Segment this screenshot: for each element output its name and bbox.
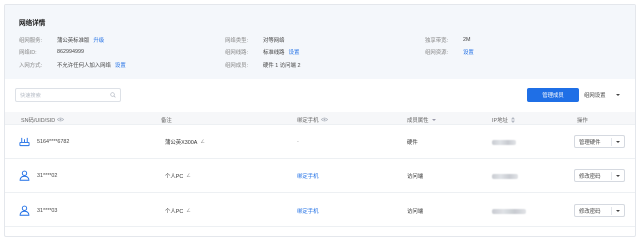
network-settings-label: 组网设置 bbox=[584, 93, 606, 99]
panel-title: 网络详情 bbox=[19, 20, 46, 27]
bind-phone-link[interactable]: 绑定手机 bbox=[297, 206, 319, 216]
members-field: 组网成员: 硬件 1 访问端 2 bbox=[225, 61, 300, 69]
network-type-value: 对等网络 bbox=[263, 38, 285, 44]
column-sn: SN码/UID/SID bbox=[21, 116, 65, 124]
ip-address bbox=[492, 171, 518, 181]
member-note[interactable]: 蒲公英X300A ∠ bbox=[165, 137, 205, 147]
chevron-down-icon[interactable] bbox=[616, 141, 620, 143]
service-label: 组网服务: bbox=[19, 38, 43, 44]
network-type-label: 网络类型: bbox=[225, 38, 249, 44]
network-id-field: 网络ID: 862994999 bbox=[19, 48, 84, 56]
search-icon[interactable] bbox=[110, 92, 116, 98]
member-attr: 访问端 bbox=[407, 209, 424, 215]
divider bbox=[611, 138, 612, 146]
line-label: 组网线路: bbox=[225, 50, 249, 56]
ip-address bbox=[492, 137, 516, 147]
chevron-down-icon[interactable] bbox=[616, 210, 620, 212]
line-settings-link[interactable]: 设置 bbox=[289, 48, 300, 56]
change-password-label: 修改密码 bbox=[579, 173, 601, 180]
manage-hardware-button[interactable]: 管理硬件 bbox=[574, 135, 625, 148]
edit-icon[interactable]: ∠ bbox=[186, 173, 190, 179]
join-method-label: 入网方式: bbox=[19, 63, 43, 69]
edit-icon[interactable]: ∠ bbox=[200, 139, 204, 145]
members-value: 硬件 1 访问端 2 bbox=[263, 63, 301, 69]
join-method-settings-link[interactable]: 设置 bbox=[115, 61, 126, 69]
column-note-label: 备注 bbox=[161, 117, 172, 124]
bandwidth-label: 独享带宽: bbox=[425, 38, 449, 44]
resources-label: 组网资源: bbox=[425, 50, 449, 56]
member-note-text: 个人PC bbox=[165, 209, 184, 215]
member-note[interactable]: 个人PC ∠ bbox=[165, 171, 191, 181]
ip-address bbox=[492, 206, 526, 216]
members-label: 组网成员: bbox=[225, 63, 249, 69]
member-note-text: 蒲公英X300A bbox=[165, 140, 198, 146]
ip-address-redacted bbox=[492, 208, 526, 214]
column-ip[interactable]: IP地址 bbox=[492, 116, 515, 124]
edit-icon[interactable]: ∠ bbox=[186, 208, 190, 214]
manage-members-button[interactable]: 管理成员 bbox=[527, 88, 579, 102]
member-id: 31****02 bbox=[37, 173, 58, 179]
manage-hardware-label: 管理硬件 bbox=[579, 139, 601, 146]
ip-address-redacted bbox=[492, 173, 518, 179]
service-value: 蒲公英标准版 bbox=[57, 38, 90, 44]
eye-icon[interactable] bbox=[320, 117, 328, 122]
table-row: 5164****6782 蒲公英X300A ∠ - 硬件 管理硬件 bbox=[5, 125, 635, 159]
table-row: 31****03 个人PC ∠ 绑定手机 访问端 修改密码 bbox=[5, 193, 635, 227]
bandwidth-field: 独享带宽: 2M bbox=[425, 36, 471, 44]
member-attr: 访问端 bbox=[407, 174, 424, 180]
member-id: 5164****6782 bbox=[37, 139, 70, 145]
chevron-down-icon[interactable] bbox=[616, 175, 620, 177]
network-id-value: 862994999 bbox=[57, 49, 84, 55]
router-icon bbox=[19, 137, 30, 147]
column-sn-label: SN码/UID/SID bbox=[21, 117, 56, 124]
network-id-label: 网络ID: bbox=[19, 50, 37, 56]
column-attr-label: 成员属性 bbox=[407, 117, 429, 124]
join-method-field: 入网方式: 不允许任何人加入网络 设置 bbox=[19, 61, 126, 69]
column-actions-label: 操作 bbox=[577, 117, 588, 124]
column-attr[interactable]: 成员属性 bbox=[407, 116, 436, 124]
column-phone-label: 绑定手机 bbox=[297, 117, 319, 124]
bind-phone-link[interactable]: 绑定手机 bbox=[297, 171, 319, 181]
join-method-value: 不允许任何人加入网络 bbox=[57, 63, 111, 69]
change-password-button[interactable]: 修改密码 bbox=[574, 169, 625, 182]
change-password-button[interactable]: 修改密码 bbox=[574, 204, 625, 217]
bound-phone: - bbox=[297, 139, 299, 145]
change-password-label: 修改密码 bbox=[579, 208, 601, 215]
column-ip-label: IP地址 bbox=[492, 117, 508, 124]
line-value: 标准线路 bbox=[263, 50, 285, 56]
members-toolbar: 管理成员 组网设置 bbox=[5, 85, 635, 107]
column-phone: 绑定手机 bbox=[297, 116, 328, 124]
ip-address-redacted bbox=[492, 139, 516, 145]
search-box[interactable] bbox=[15, 88, 121, 102]
resources-settings-link[interactable]: 设置 bbox=[463, 48, 474, 56]
eye-icon[interactable] bbox=[57, 117, 65, 122]
user-icon bbox=[19, 205, 30, 216]
search-input[interactable] bbox=[20, 91, 106, 100]
column-actions: 操作 bbox=[577, 116, 588, 124]
network-details-window: 网络详情 组网服务: 蒲公英标准版 升级 网络类型: 对等网络 独享带宽: 2M… bbox=[4, 4, 636, 237]
service-field: 组网服务: 蒲公英标准版 升级 bbox=[19, 36, 104, 44]
network-type-field: 网络类型: 对等网络 bbox=[225, 36, 285, 44]
member-id: 31****03 bbox=[37, 208, 58, 214]
resources-field: 组网资源: 设置 bbox=[425, 48, 474, 56]
divider bbox=[611, 207, 612, 215]
member-note-text: 个人PC bbox=[165, 174, 184, 180]
table-row: 31****02 个人PC ∠ 绑定手机 访问端 修改密码 bbox=[5, 159, 635, 193]
column-note: 备注 bbox=[161, 116, 172, 124]
filter-icon[interactable] bbox=[431, 118, 436, 121]
sort-icon[interactable] bbox=[510, 116, 515, 123]
network-details-panel: 网络详情 组网服务: 蒲公英标准版 升级 网络类型: 对等网络 独享带宽: 2M… bbox=[5, 5, 635, 79]
bandwidth-value: 2M bbox=[463, 37, 471, 43]
upgrade-link[interactable]: 升级 bbox=[93, 36, 104, 44]
line-field: 组网线路: 标准线路 设置 bbox=[225, 48, 299, 56]
member-attr: 硬件 bbox=[407, 140, 418, 146]
member-note[interactable]: 个人PC ∠ bbox=[165, 206, 191, 216]
chevron-down-icon bbox=[615, 94, 620, 96]
network-settings-dropdown[interactable]: 组网设置 bbox=[584, 88, 632, 102]
user-icon bbox=[19, 170, 30, 181]
divider bbox=[611, 172, 612, 180]
table-header: SN码/UID/SID 备注 绑定手机 成员属性 IP地址 操作 bbox=[5, 112, 635, 125]
